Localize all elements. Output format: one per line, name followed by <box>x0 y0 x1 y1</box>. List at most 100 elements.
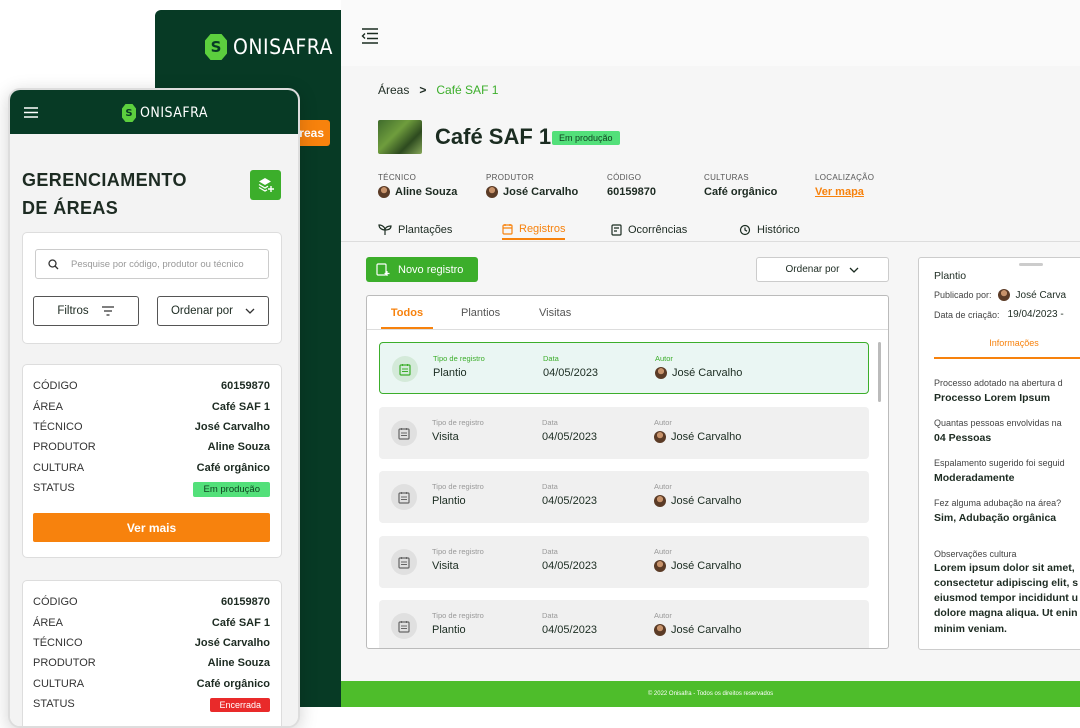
record-row[interactable]: Tipo de registro Plantio Data 04/05/2023 Aut… <box>379 600 869 648</box>
mobile-body: GERENCIAMENTO DE ÁREAS Pesquise por códi… <box>10 134 298 726</box>
row-value: 60159870 <box>221 596 270 608</box>
record-type: Tipo de registro Plantio <box>432 482 484 507</box>
notes-line: dolore magna aliqua. Ut enin <box>934 607 1078 619</box>
hamburger-icon[interactable] <box>24 107 38 118</box>
tab-ocorrencias[interactable]: Ocorrências <box>611 220 687 240</box>
record-author: Autor José Carvalho <box>654 418 741 443</box>
row-label: ÁREA <box>33 401 63 413</box>
new-record-label: Novo registro <box>398 263 464 276</box>
logo-mark-icon: S <box>205 34 227 60</box>
meta-produtor: PRODUTOR José Carvalho <box>486 173 607 198</box>
meta-label: CÓDIGO <box>607 173 642 182</box>
card-row-culture: CULTURA Café orgânico <box>33 678 270 690</box>
row-value: Café orgânico <box>196 462 270 474</box>
meta-culturas: CULTURAS Café orgânico <box>704 173 815 198</box>
row-label: TÉCNICO <box>33 637 83 649</box>
records-panel: Todos Plantios Visitas Tipo de registro P… <box>366 295 889 649</box>
field-label: Data <box>542 611 558 620</box>
row-value: José Carvalho <box>194 637 270 649</box>
card-row-status: STATUS Encerrada <box>33 698 270 712</box>
row-label: CÓDIGO <box>33 596 78 608</box>
meta-tecnico: TÉCNICO Aline Souza <box>378 173 486 198</box>
status-badge: Encerrada <box>210 698 270 712</box>
field-value: 04/05/2023 <box>542 431 598 443</box>
row-value: José Carvalho <box>194 421 270 433</box>
tab-plantios[interactable]: Plantios <box>461 307 500 319</box>
question: Fez alguma adubação na área? <box>934 498 1062 508</box>
tab-todos[interactable]: Todos <box>381 307 433 329</box>
record-type: Tipo de registro Visita <box>432 418 484 443</box>
tab-label: Histórico <box>757 224 800 236</box>
search-input[interactable]: Pesquise por código, produtor ou técnico <box>35 249 269 279</box>
meta-value: 60159870 <box>607 186 656 198</box>
filters-button[interactable]: Filtros <box>33 296 139 326</box>
status-badge: Em produção <box>193 482 270 497</box>
record-detail-panel: Plantio Publicado por: José Carva Data d… <box>918 257 1080 650</box>
logo-text: ONISAFRA <box>233 35 333 59</box>
record-type-icon <box>392 356 418 382</box>
created-value: 19/04/2023 - <box>1007 309 1064 320</box>
title-line: DE ÁREAS <box>22 198 119 218</box>
record-row[interactable]: Tipo de registro Visita Data 04/05/2023 Auto… <box>379 407 869 459</box>
menu-collapse-icon[interactable] <box>361 28 379 44</box>
scrollbar[interactable] <box>878 342 881 402</box>
breadcrumb-root[interactable]: Áreas <box>378 83 409 97</box>
tab-visitas[interactable]: Visitas <box>539 307 571 319</box>
record-filter-tabs: Todos Plantios Visitas <box>367 296 888 330</box>
tab-historico[interactable]: Histórico <box>739 220 800 240</box>
search-filter-card: Pesquise por código, produtor ou técnico… <box>22 232 282 344</box>
ver-mapa-link[interactable]: Ver mapa <box>815 186 864 198</box>
notes-label: Observações cultura <box>934 549 1017 559</box>
card-row-producer: PRODUTOR Aline Souza <box>33 441 270 453</box>
search-placeholder: Pesquise por código, produtor ou técnico <box>71 258 244 270</box>
field-value: José Carvalho <box>671 560 742 572</box>
record-author: Autor José Carvalho <box>654 611 741 636</box>
row-value: 60159870 <box>221 380 270 392</box>
onisafra-logo[interactable]: S ONISAFRA <box>122 104 208 122</box>
field-value: Visita <box>432 560 459 572</box>
tab-registros[interactable]: Registros <box>502 220 566 240</box>
field-label: Data <box>542 482 558 491</box>
field-value: 04/05/2023 <box>543 367 599 379</box>
calendar-icon <box>398 427 410 440</box>
calendar-icon <box>399 363 411 376</box>
row-value: Café orgânico <box>196 678 270 690</box>
field-value: José Carvalho <box>671 431 742 443</box>
area-card: CÓDIGO 60159870 ÁREA Café SAF 1 TÉCNICO Jos… <box>22 364 282 558</box>
record-row[interactable]: Tipo de registro Visita Data 04/05/2023 Auto… <box>379 536 869 588</box>
card-row-code: CÓDIGO 60159870 <box>33 596 270 608</box>
meta-localizacao: LOCALIZAÇÃO Ver mapa <box>815 173 905 198</box>
mobile-header: S ONISAFRA <box>10 90 298 134</box>
page-title: GERENCIAMENTO DE ÁREAS <box>22 166 222 222</box>
area-thumbnail <box>378 120 422 154</box>
calendar-icon <box>398 491 410 504</box>
field-value: Plantio <box>432 624 466 636</box>
area-card: CÓDIGO 60159870 ÁREA Café SAF 1 TÉCNICO Jos… <box>22 580 282 726</box>
field-value: José Carvalho <box>672 367 743 379</box>
calendar-icon <box>398 556 410 569</box>
order-by-select[interactable]: Ordenar por <box>157 296 269 326</box>
tab-label: Plantações <box>398 224 453 236</box>
order-by-select[interactable]: Ordenar por <box>756 257 889 282</box>
onisafra-logo[interactable]: S ONISAFRA <box>205 34 333 60</box>
drag-handle[interactable] <box>1019 263 1043 266</box>
record-row[interactable]: Tipo de registro Plantio Data 04/05/2023 Aut… <box>379 342 869 394</box>
calendar-icon <box>502 224 513 235</box>
record-row[interactable]: Tipo de registro Plantio Data 04/05/2023 Aut… <box>379 471 869 523</box>
notes-line: consectetur adipiscing elit, s <box>934 577 1079 589</box>
tab-informacoes[interactable]: Informações <box>934 338 1080 359</box>
row-label: TÉCNICO <box>33 421 83 433</box>
card-row-tech: TÉCNICO José Carvalho <box>33 637 270 649</box>
add-area-button[interactable] <box>250 170 281 200</box>
answer: Processo Lorem Ipsum <box>934 392 1051 404</box>
ver-mais-button[interactable]: Ver mais <box>33 513 270 542</box>
tab-plantacoes[interactable]: Plantações <box>378 220 452 240</box>
notes-line: Lorem ipsum dolor sit amet, <box>934 562 1075 574</box>
tab-label: Ocorrências <box>628 224 688 236</box>
new-record-button[interactable]: Novo registro <box>366 257 478 282</box>
record-date: Data 04/05/2023 <box>543 354 598 379</box>
field-label: Tipo de registro <box>432 547 484 556</box>
published-label: Publicado por: <box>934 290 992 300</box>
row-label: CULTURA <box>33 462 85 474</box>
report-icon <box>611 224 622 236</box>
